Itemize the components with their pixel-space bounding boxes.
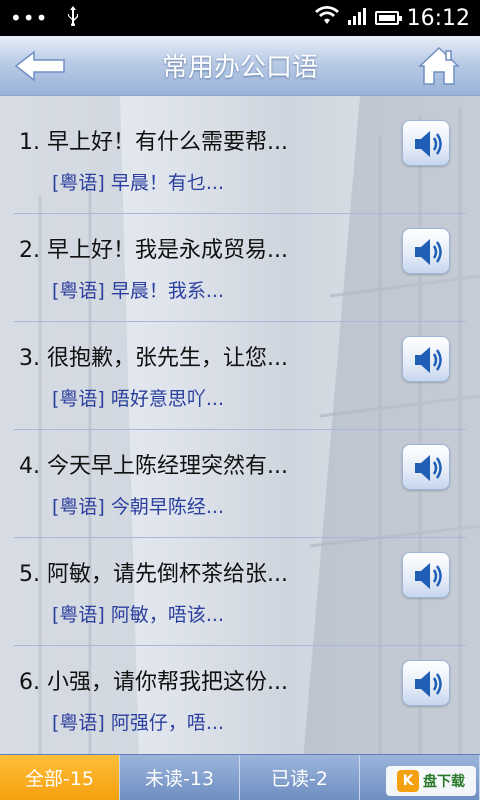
dots-icon: ••• bbox=[10, 6, 49, 30]
status-left: ••• bbox=[10, 5, 80, 31]
home-icon bbox=[418, 46, 460, 85]
speaker-icon bbox=[415, 455, 442, 481]
list-item[interactable]: 2. 早上好！我是永成贸易... [粤语] 早晨！我系... bbox=[14, 214, 466, 322]
watermark-letter: K bbox=[397, 770, 419, 792]
page-title: 常用办公口语 bbox=[161, 53, 318, 83]
watermark-text: 盘下载 bbox=[423, 774, 465, 790]
signal-icon bbox=[347, 6, 367, 30]
cantonese-text: [粤语] 今朝早陈经... bbox=[52, 496, 224, 518]
usb-icon bbox=[66, 5, 80, 31]
app-screen: 常用办公口语 1. 早上好！有什么需要帮... [粤语] 早晨！有乜... 2.… bbox=[0, 36, 480, 800]
phrase-text: 4. 今天早上陈经理突然有... bbox=[19, 454, 288, 479]
phrase-text: 2. 早上好！我是永成贸易... bbox=[19, 238, 288, 263]
status-right: 16:12 bbox=[314, 5, 470, 31]
status-bar: ••• 16:12 bbox=[0, 0, 480, 36]
speaker-icon bbox=[415, 671, 442, 697]
tab-read[interactable]: 已读-2 bbox=[240, 755, 360, 800]
battery-icon bbox=[374, 11, 402, 25]
title-bar: 常用办公口语 bbox=[0, 36, 480, 96]
list-item[interactable]: 5. 阿敏，请先倒杯茶给张... [粤语] 阿敏，唔该... bbox=[14, 538, 466, 646]
speaker-icon bbox=[415, 239, 442, 265]
list-item[interactable]: 4. 今天早上陈经理突然有... [粤语] 今朝早陈经... bbox=[14, 430, 466, 538]
cantonese-text: [粤语] 早晨！有乜... bbox=[52, 172, 224, 194]
play-audio-button[interactable] bbox=[402, 336, 450, 382]
list-item[interactable]: 1. 早上好！有什么需要帮... [粤语] 早晨！有乜... bbox=[14, 106, 466, 214]
tab-all[interactable]: 全部-15 bbox=[0, 755, 120, 800]
wifi-icon bbox=[314, 6, 339, 30]
speaker-icon bbox=[415, 131, 442, 157]
cantonese-text: [粤语] 阿敏，唔该... bbox=[52, 604, 224, 626]
cantonese-text: [粤语] 阿强仔，唔... bbox=[52, 712, 224, 734]
tab-unread[interactable]: 未读-13 bbox=[120, 755, 240, 800]
cantonese-text: [粤语] 早晨！我系... bbox=[52, 280, 224, 302]
speaker-icon bbox=[415, 347, 442, 373]
cantonese-text: [粤语] 唔好意思吖... bbox=[52, 388, 224, 410]
phrase-text: 3. 很抱歉，张先生，让您... bbox=[19, 346, 288, 371]
watermark-logo: K 盘下载 bbox=[386, 766, 476, 796]
play-audio-button[interactable] bbox=[402, 120, 450, 166]
play-audio-button[interactable] bbox=[402, 228, 450, 274]
home-button[interactable] bbox=[418, 46, 460, 86]
list-item[interactable]: 3. 很抱歉，张先生，让您... [粤语] 唔好意思吖... bbox=[14, 322, 466, 430]
play-audio-button[interactable] bbox=[402, 444, 450, 490]
play-audio-button[interactable] bbox=[402, 552, 450, 598]
clock: 16:12 bbox=[406, 5, 470, 31]
speaker-icon bbox=[415, 563, 442, 589]
back-arrow-icon bbox=[14, 50, 65, 82]
phrase-text: 1. 早上好！有什么需要帮... bbox=[19, 130, 288, 155]
play-audio-button[interactable] bbox=[402, 660, 450, 706]
list-item[interactable]: 6. 小强，请你帮我把这份... [粤语] 阿强仔，唔... bbox=[14, 646, 466, 754]
phrase-text: 5. 阿敏，请先倒杯茶给张... bbox=[19, 562, 288, 587]
back-button[interactable] bbox=[14, 50, 68, 82]
phrase-list: 1. 早上好！有什么需要帮... [粤语] 早晨！有乜... 2. 早上好！我是… bbox=[0, 106, 480, 754]
phrase-text: 6. 小强，请你帮我把这份... bbox=[19, 670, 288, 695]
